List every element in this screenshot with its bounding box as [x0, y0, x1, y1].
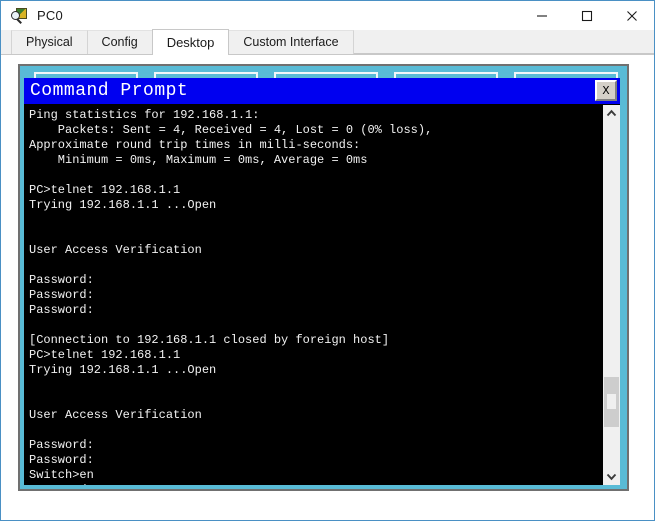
command-prompt-close-button[interactable]: X — [595, 80, 617, 101]
content-pane: Command Prompt X Ping statistics for 192… — [1, 55, 654, 520]
pc0-window: PC0 Physical Config Desktop Custom Inter… — [0, 0, 655, 521]
console-line: Trying 192.168.1.1 ...Open — [29, 198, 217, 212]
minimize-icon — [536, 14, 547, 17]
maximize-button[interactable] — [564, 1, 609, 30]
command-prompt-body: Ping statistics for 192.168.1.1: Packets… — [24, 104, 620, 485]
command-prompt-window: Command Prompt X Ping statistics for 192… — [24, 78, 620, 485]
console-line: Ping statistics for 192.168.1.1: — [29, 108, 260, 122]
scrollbar-thumb[interactable] — [604, 377, 619, 427]
desktop-area: Command Prompt X Ping statistics for 192… — [18, 64, 629, 491]
window-controls — [519, 1, 654, 30]
console-line: Password: — [29, 483, 603, 485]
console-line: Password: — [29, 303, 94, 317]
chevron-down-icon — [606, 473, 617, 481]
tab-desktop[interactable]: Desktop — [151, 29, 230, 55]
console-line: Password: — [29, 438, 94, 452]
console-line: Password: — [29, 273, 94, 287]
console-line: PC>telnet 192.168.1.1 — [29, 348, 181, 362]
window-title: PC0 — [37, 8, 63, 23]
scroll-down-button[interactable] — [603, 468, 620, 485]
console-output[interactable]: Ping statistics for 192.168.1.1: Packets… — [24, 105, 603, 485]
console-line: Password: — [29, 288, 94, 302]
console-line: PC>telnet 192.168.1.1 — [29, 183, 181, 197]
command-prompt-title: Command Prompt — [30, 81, 189, 101]
scrollbar-track[interactable] — [603, 122, 620, 468]
close-button[interactable] — [609, 1, 654, 30]
console-line: [Connection to 192.168.1.1 closed by for… — [29, 333, 390, 347]
minimize-button[interactable] — [519, 1, 564, 30]
tab-strip-filler — [352, 30, 654, 54]
console-line: Password: — [29, 453, 94, 467]
tab-physical[interactable]: Physical — [11, 30, 88, 54]
tab-strip: Physical Config Desktop Custom Interface — [1, 29, 654, 55]
chevron-up-icon — [606, 109, 617, 117]
console-line: User Access Verification — [29, 243, 202, 257]
console-line: Trying 192.168.1.1 ...Open — [29, 363, 217, 377]
tab-custom-interface[interactable]: Custom Interface — [228, 30, 354, 54]
tab-config[interactable]: Config — [86, 30, 153, 54]
console-line: Minimum = 0ms, Maximum = 0ms, Average = … — [29, 153, 368, 167]
scroll-up-button[interactable] — [603, 105, 620, 122]
window-title-bar: PC0 — [1, 1, 654, 30]
console-line: Approximate round trip times in milli-se… — [29, 138, 361, 152]
console-scrollbar[interactable] — [603, 105, 620, 485]
command-prompt-titlebar: Command Prompt X — [24, 78, 620, 104]
packet-tracer-magnifier-icon — [11, 7, 29, 25]
console-line: User Access Verification — [29, 408, 202, 422]
console-line: Switch>en — [29, 468, 94, 482]
close-icon — [626, 10, 637, 21]
maximize-icon — [581, 10, 592, 21]
console-line: Packets: Sent = 4, Received = 4, Lost = … — [29, 123, 433, 137]
